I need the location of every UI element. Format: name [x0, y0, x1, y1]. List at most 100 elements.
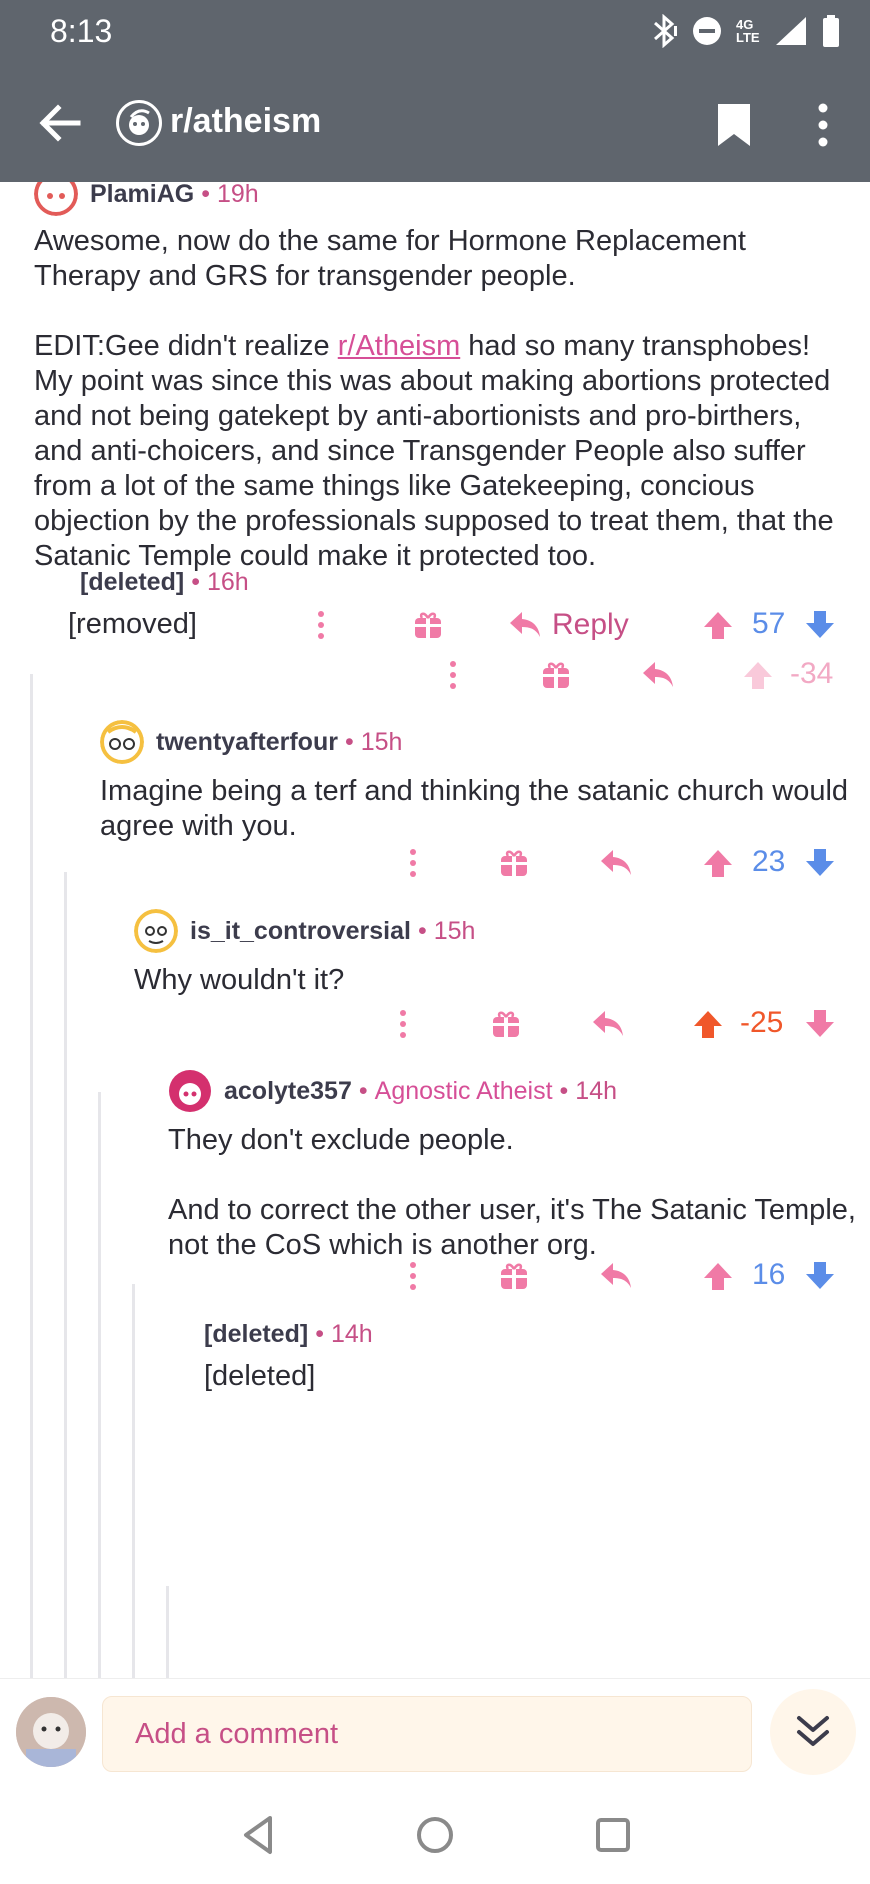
- comment-author[interactable]: acolyte357: [224, 1077, 352, 1106]
- add-comment-input[interactable]: Add a comment: [102, 1696, 752, 1772]
- avatar[interactable]: [134, 909, 178, 953]
- comment-author[interactable]: PlamiAG: [90, 182, 194, 209]
- comment-time: 15h: [360, 727, 403, 756]
- comment[interactable]: acolyte357 • Agnostic Atheist • 14h They…: [168, 1069, 858, 1263]
- thread-line: [132, 1284, 135, 1678]
- comment-author[interactable]: twentyafterfour: [156, 728, 338, 757]
- more-vertical-icon: [410, 849, 416, 877]
- more-options-button[interactable]: [808, 100, 838, 150]
- user-avatar[interactable]: [16, 1697, 86, 1767]
- comment[interactable]: [deleted] • 16h [removed]: [68, 568, 848, 642]
- upvote-arrow-icon: [704, 850, 732, 877]
- comment-composer-bar: Add a comment: [0, 1678, 870, 1786]
- comment-score: -25: [740, 1006, 784, 1039]
- comment-header: twentyafterfour • 15h: [100, 720, 850, 764]
- recents-square-icon: [596, 1818, 630, 1852]
- gift-icon: [543, 662, 569, 688]
- nav-home-button[interactable]: [412, 1812, 458, 1858]
- award-button[interactable]: [536, 655, 576, 695]
- status-time: 8:13: [50, 13, 113, 49]
- reply-icon: [593, 1011, 623, 1036]
- status-icons: 4G LTE: [652, 14, 840, 48]
- comment[interactable]: [deleted] • 14h [deleted]: [192, 1320, 852, 1394]
- thread-line: [64, 872, 67, 1678]
- comment-time: 19h: [216, 182, 259, 208]
- back-button[interactable]: [36, 100, 82, 146]
- jump-to-next-button[interactable]: [770, 1689, 856, 1775]
- thread-line: [30, 674, 33, 1678]
- downvote-button[interactable]: [802, 1256, 838, 1296]
- reply-icon: [601, 1263, 631, 1288]
- system-nav-bar: [0, 1786, 870, 1884]
- reply-button[interactable]: [596, 843, 636, 883]
- reply-button[interactable]: [596, 1256, 636, 1296]
- subreddit-icon[interactable]: [116, 100, 162, 146]
- subreddit-title[interactable]: r/atheism: [170, 102, 321, 141]
- award-button[interactable]: [494, 843, 534, 883]
- more-vertical-icon: [410, 1262, 416, 1290]
- reply-icon: [601, 850, 631, 875]
- comment-time: 14h: [330, 1320, 373, 1348]
- downvote-arrow-icon: [806, 1010, 834, 1037]
- reply-button[interactable]: [588, 1004, 628, 1044]
- comment-thread[interactable]: PlamiAG • 19h Awesome, now do the same f…: [0, 182, 870, 1678]
- comment-more-button[interactable]: [398, 843, 428, 883]
- upvote-arrow-icon: [694, 1011, 722, 1038]
- comment-header: PlamiAG • 19h: [34, 182, 854, 216]
- comment-score: 16: [752, 1258, 786, 1291]
- comment-body: [deleted]: [204, 1359, 852, 1394]
- downvote-button[interactable]: [802, 843, 838, 883]
- award-button[interactable]: [486, 1004, 526, 1044]
- back-arrow-icon: [39, 104, 81, 142]
- comment-body: Imagine being a terf and thinking the sa…: [100, 774, 850, 844]
- comment-paragraph: They don't exclude people.: [168, 1124, 514, 1156]
- upvote-button[interactable]: [700, 843, 736, 883]
- comment-edit-paragraph: EDIT:Gee didn't realize r/Atheism had so…: [34, 330, 834, 572]
- bookmark-icon: [718, 104, 750, 146]
- thread-line: [166, 1586, 169, 1678]
- comment[interactable]: is_it_controversial • 15h Why wouldn't i…: [134, 909, 850, 998]
- comment-score: -34: [790, 657, 834, 690]
- status-bar: 8:13 4G LTE: [0, 0, 870, 62]
- comment-body: Why wouldn't it?: [134, 963, 850, 998]
- comment-header: [deleted] • 16h: [80, 568, 249, 596]
- comment-header: is_it_controversial • 15h: [134, 909, 850, 953]
- comment-header: acolyte357 • Agnostic Atheist • 14h: [168, 1069, 858, 1113]
- comment[interactable]: twentyafterfour • 15h Imagine being a te…: [100, 720, 850, 844]
- double-chevron-down-icon: [797, 1716, 829, 1746]
- comment-body: Awesome, now do the same for Hormone Rep…: [34, 224, 854, 574]
- comment[interactable]: PlamiAG • 19h Awesome, now do the same f…: [34, 182, 854, 574]
- comment-paragraph: And to correct the other user, it's The …: [168, 1194, 856, 1261]
- subreddit-link[interactable]: r/Atheism: [338, 330, 460, 362]
- comment-more-button[interactable]: [398, 1256, 428, 1296]
- comment-paragraph: [removed]: [68, 608, 197, 640]
- comment-time: 15h: [433, 916, 476, 945]
- comment-paragraph: Awesome, now do the same for Hormone Rep…: [34, 225, 746, 292]
- downvote-arrow-icon: [806, 1262, 834, 1289]
- comment-more-button[interactable]: [438, 655, 468, 695]
- bookmark-button[interactable]: [714, 102, 754, 148]
- upvote-button[interactable]: [740, 655, 776, 695]
- comment-more-button[interactable]: [388, 1004, 418, 1044]
- nav-recents-button[interactable]: [590, 1812, 636, 1858]
- downvote-arrow-icon: [806, 849, 834, 876]
- award-button[interactable]: [494, 1256, 534, 1296]
- upvote-button[interactable]: [690, 1004, 726, 1044]
- back-triangle-icon: [244, 1816, 272, 1854]
- do-not-disturb-icon: [693, 17, 721, 45]
- avatar[interactable]: [100, 720, 144, 764]
- downvote-button[interactable]: [802, 1004, 838, 1044]
- upvote-arrow-icon: [744, 662, 772, 689]
- more-vertical-icon: [400, 1010, 406, 1038]
- reply-button[interactable]: [638, 655, 678, 695]
- comment-paragraph: Imagine being a terf and thinking the sa…: [100, 775, 849, 842]
- comment-body: They don't exclude people. And to correc…: [168, 1123, 858, 1263]
- comment-paragraph: [deleted]: [204, 1360, 316, 1392]
- comment-time: 16h: [206, 568, 249, 596]
- signal-icon: [776, 17, 806, 45]
- avatar[interactable]: [34, 182, 78, 216]
- avatar[interactable]: [168, 1069, 212, 1113]
- nav-back-button[interactable]: [236, 1812, 282, 1858]
- upvote-button[interactable]: [700, 1256, 736, 1296]
- comment-author[interactable]: is_it_controversial: [190, 917, 411, 946]
